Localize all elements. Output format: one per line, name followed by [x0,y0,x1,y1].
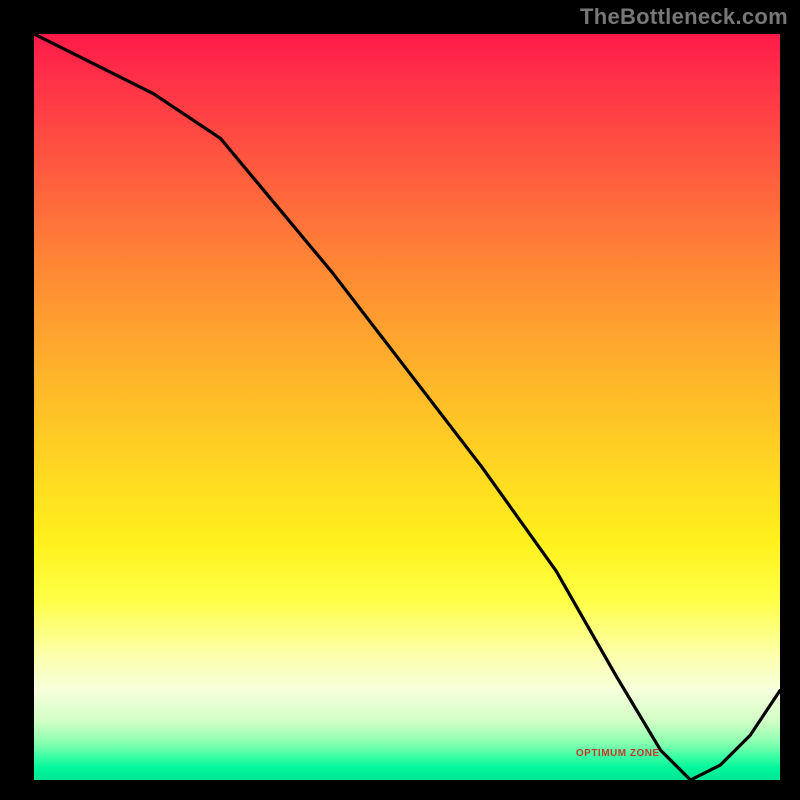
bottleneck-line [34,34,780,780]
optimum-zone-label: OPTIMUM ZONE [576,748,660,759]
plot-area: OPTIMUM ZONE [34,34,780,780]
chart-frame: TheBottleneck.com OPTIMUM ZONE [0,0,800,800]
watermark-text: TheBottleneck.com [580,4,788,30]
